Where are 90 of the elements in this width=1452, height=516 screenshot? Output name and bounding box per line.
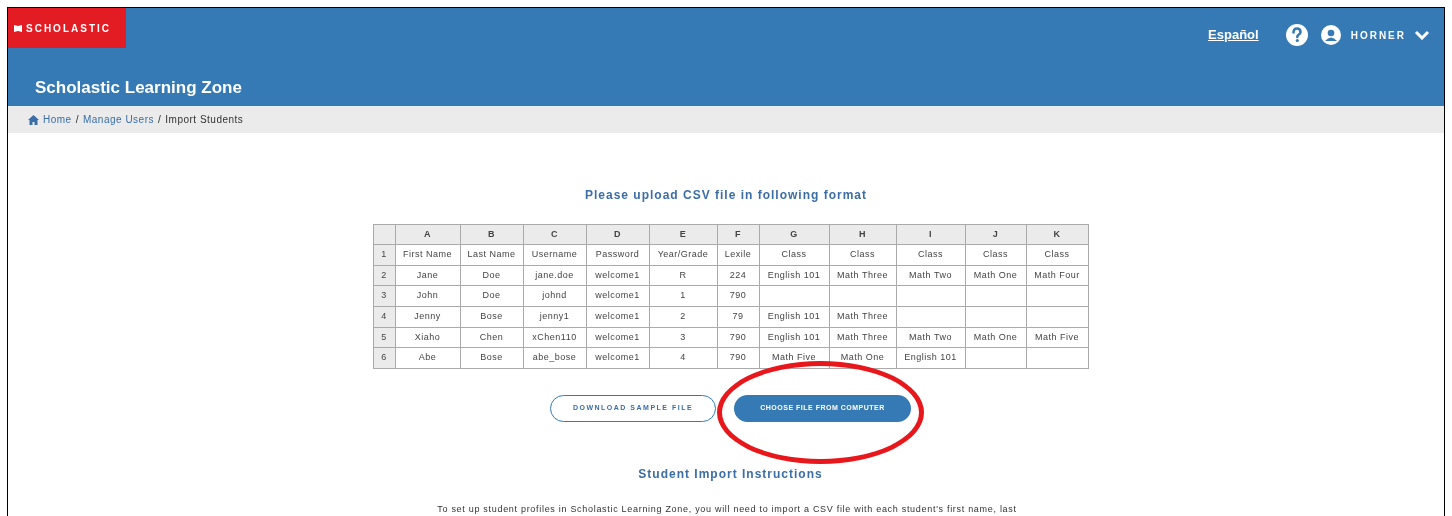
table-cell: Abe — [395, 347, 460, 369]
table-cell: English 101 — [759, 327, 829, 348]
column-header: I — [896, 224, 965, 245]
user-menu-button[interactable]: HORNER — [1350, 27, 1430, 43]
table-cell: Xiaho — [395, 327, 460, 348]
logo[interactable]: SCHOLASTIC — [8, 8, 126, 48]
table-cell: Math Five — [1026, 327, 1088, 348]
table-cell: jane.doe — [523, 265, 586, 286]
table-cell: abe_bose — [523, 347, 586, 369]
column-header: F — [717, 224, 759, 245]
table-cell: English 101 — [759, 306, 829, 328]
breadcrumb-link[interactable]: Manage Users — [82, 112, 154, 128]
table-cell: Math Three — [829, 265, 896, 286]
table-cell: 790 — [717, 347, 759, 369]
row-number: 2 — [373, 265, 395, 286]
table-cell: First Name — [395, 244, 460, 266]
table-cell: Class — [965, 244, 1026, 266]
table-cell: Class — [1026, 244, 1088, 266]
table-cell: Chen — [460, 327, 523, 348]
table-cell: Math One — [965, 327, 1026, 348]
table-cell: Year/Grade — [649, 244, 717, 266]
table-cell: welcome1 — [586, 306, 649, 328]
table-cell: Math One — [965, 265, 1026, 286]
table-cell: R — [649, 265, 717, 286]
table-cell: Math Four — [1026, 265, 1088, 286]
language-link[interactable]: Español — [1208, 25, 1259, 45]
column-header: A — [395, 224, 460, 245]
row-number: 5 — [373, 327, 395, 348]
row-number: 1 — [373, 244, 395, 266]
table-cell: 790 — [717, 327, 759, 348]
table-cell: Math Two — [896, 327, 965, 348]
table-cell: 2 — [649, 306, 717, 328]
table-cell: Class — [759, 244, 829, 266]
column-header: G — [759, 224, 829, 245]
table-cell: John — [395, 285, 460, 307]
table-cell: Doe — [460, 265, 523, 286]
column-header: D — [586, 224, 649, 245]
table-cell: Password — [586, 244, 649, 266]
table-cell: Last Name — [460, 244, 523, 266]
table-cell: Class — [896, 244, 965, 266]
table-cell: Math Five — [759, 347, 829, 369]
table-cell: welcome1 — [586, 327, 649, 348]
help-icon[interactable] — [1285, 24, 1308, 46]
upload-heading: Please upload CSV file in following format — [585, 187, 867, 205]
table-cell: xChen110 — [523, 327, 586, 348]
table-cell: English 101 — [759, 265, 829, 286]
table-cell: Class — [829, 244, 896, 266]
column-header: H — [829, 224, 896, 245]
table-cell: 79 — [717, 306, 759, 328]
column-header: B — [460, 224, 523, 245]
instructions-heading: Student Import Instructions — [638, 465, 823, 483]
table-cell: 3 — [649, 327, 717, 348]
breadcrumb-separator: / — [158, 113, 162, 128]
table-cell: Jenny — [395, 306, 460, 328]
table-cell: welcome1 — [586, 285, 649, 307]
breadcrumb-separator: / — [75, 113, 79, 128]
table-cell: Bose — [460, 347, 523, 369]
table-cell: Doe — [460, 285, 523, 307]
table-cell: Bose — [460, 306, 523, 328]
row-number: 4 — [373, 306, 395, 328]
table-cell: Math One — [829, 347, 896, 369]
breadcrumb-link[interactable]: Home — [43, 112, 72, 128]
chevron-down-icon — [1414, 30, 1430, 40]
table-cell: Math Three — [829, 306, 896, 328]
table-cell: Username — [523, 244, 586, 266]
column-header: E — [649, 224, 717, 245]
table-cell: 1 — [649, 285, 717, 307]
table-cell: Lexile — [717, 244, 759, 266]
home-icon — [28, 114, 39, 125]
column-header: J — [965, 224, 1026, 245]
row-number: 6 — [373, 347, 395, 369]
table-cell: welcome1 — [586, 265, 649, 286]
table-cell: johnd — [523, 285, 586, 307]
column-header: K — [1026, 224, 1088, 245]
table-cell: Math Three — [829, 327, 896, 348]
instructions-text: To set up student profiles in Scholastic Learning Zone, you will need to import a CSV file with each student's first name, last — [437, 502, 1017, 516]
table-cell: 224 — [717, 265, 759, 286]
table-cell: welcome1 — [586, 347, 649, 369]
table-cell: Jane — [395, 265, 460, 286]
breadcrumb-current: Import Students — [165, 113, 244, 128]
column-header: C — [523, 224, 586, 245]
table-cell: jenny1 — [523, 306, 586, 328]
book-icon — [14, 24, 22, 32]
row-number: 3 — [373, 285, 395, 307]
table-cell: Math Two — [896, 265, 965, 286]
user-icon[interactable] — [1320, 25, 1341, 45]
table-cell: 790 — [717, 285, 759, 307]
table-cell: 4 — [649, 347, 717, 369]
app-title: Scholastic Learning Zone — [34, 77, 243, 99]
table-cell: English 101 — [896, 347, 965, 369]
